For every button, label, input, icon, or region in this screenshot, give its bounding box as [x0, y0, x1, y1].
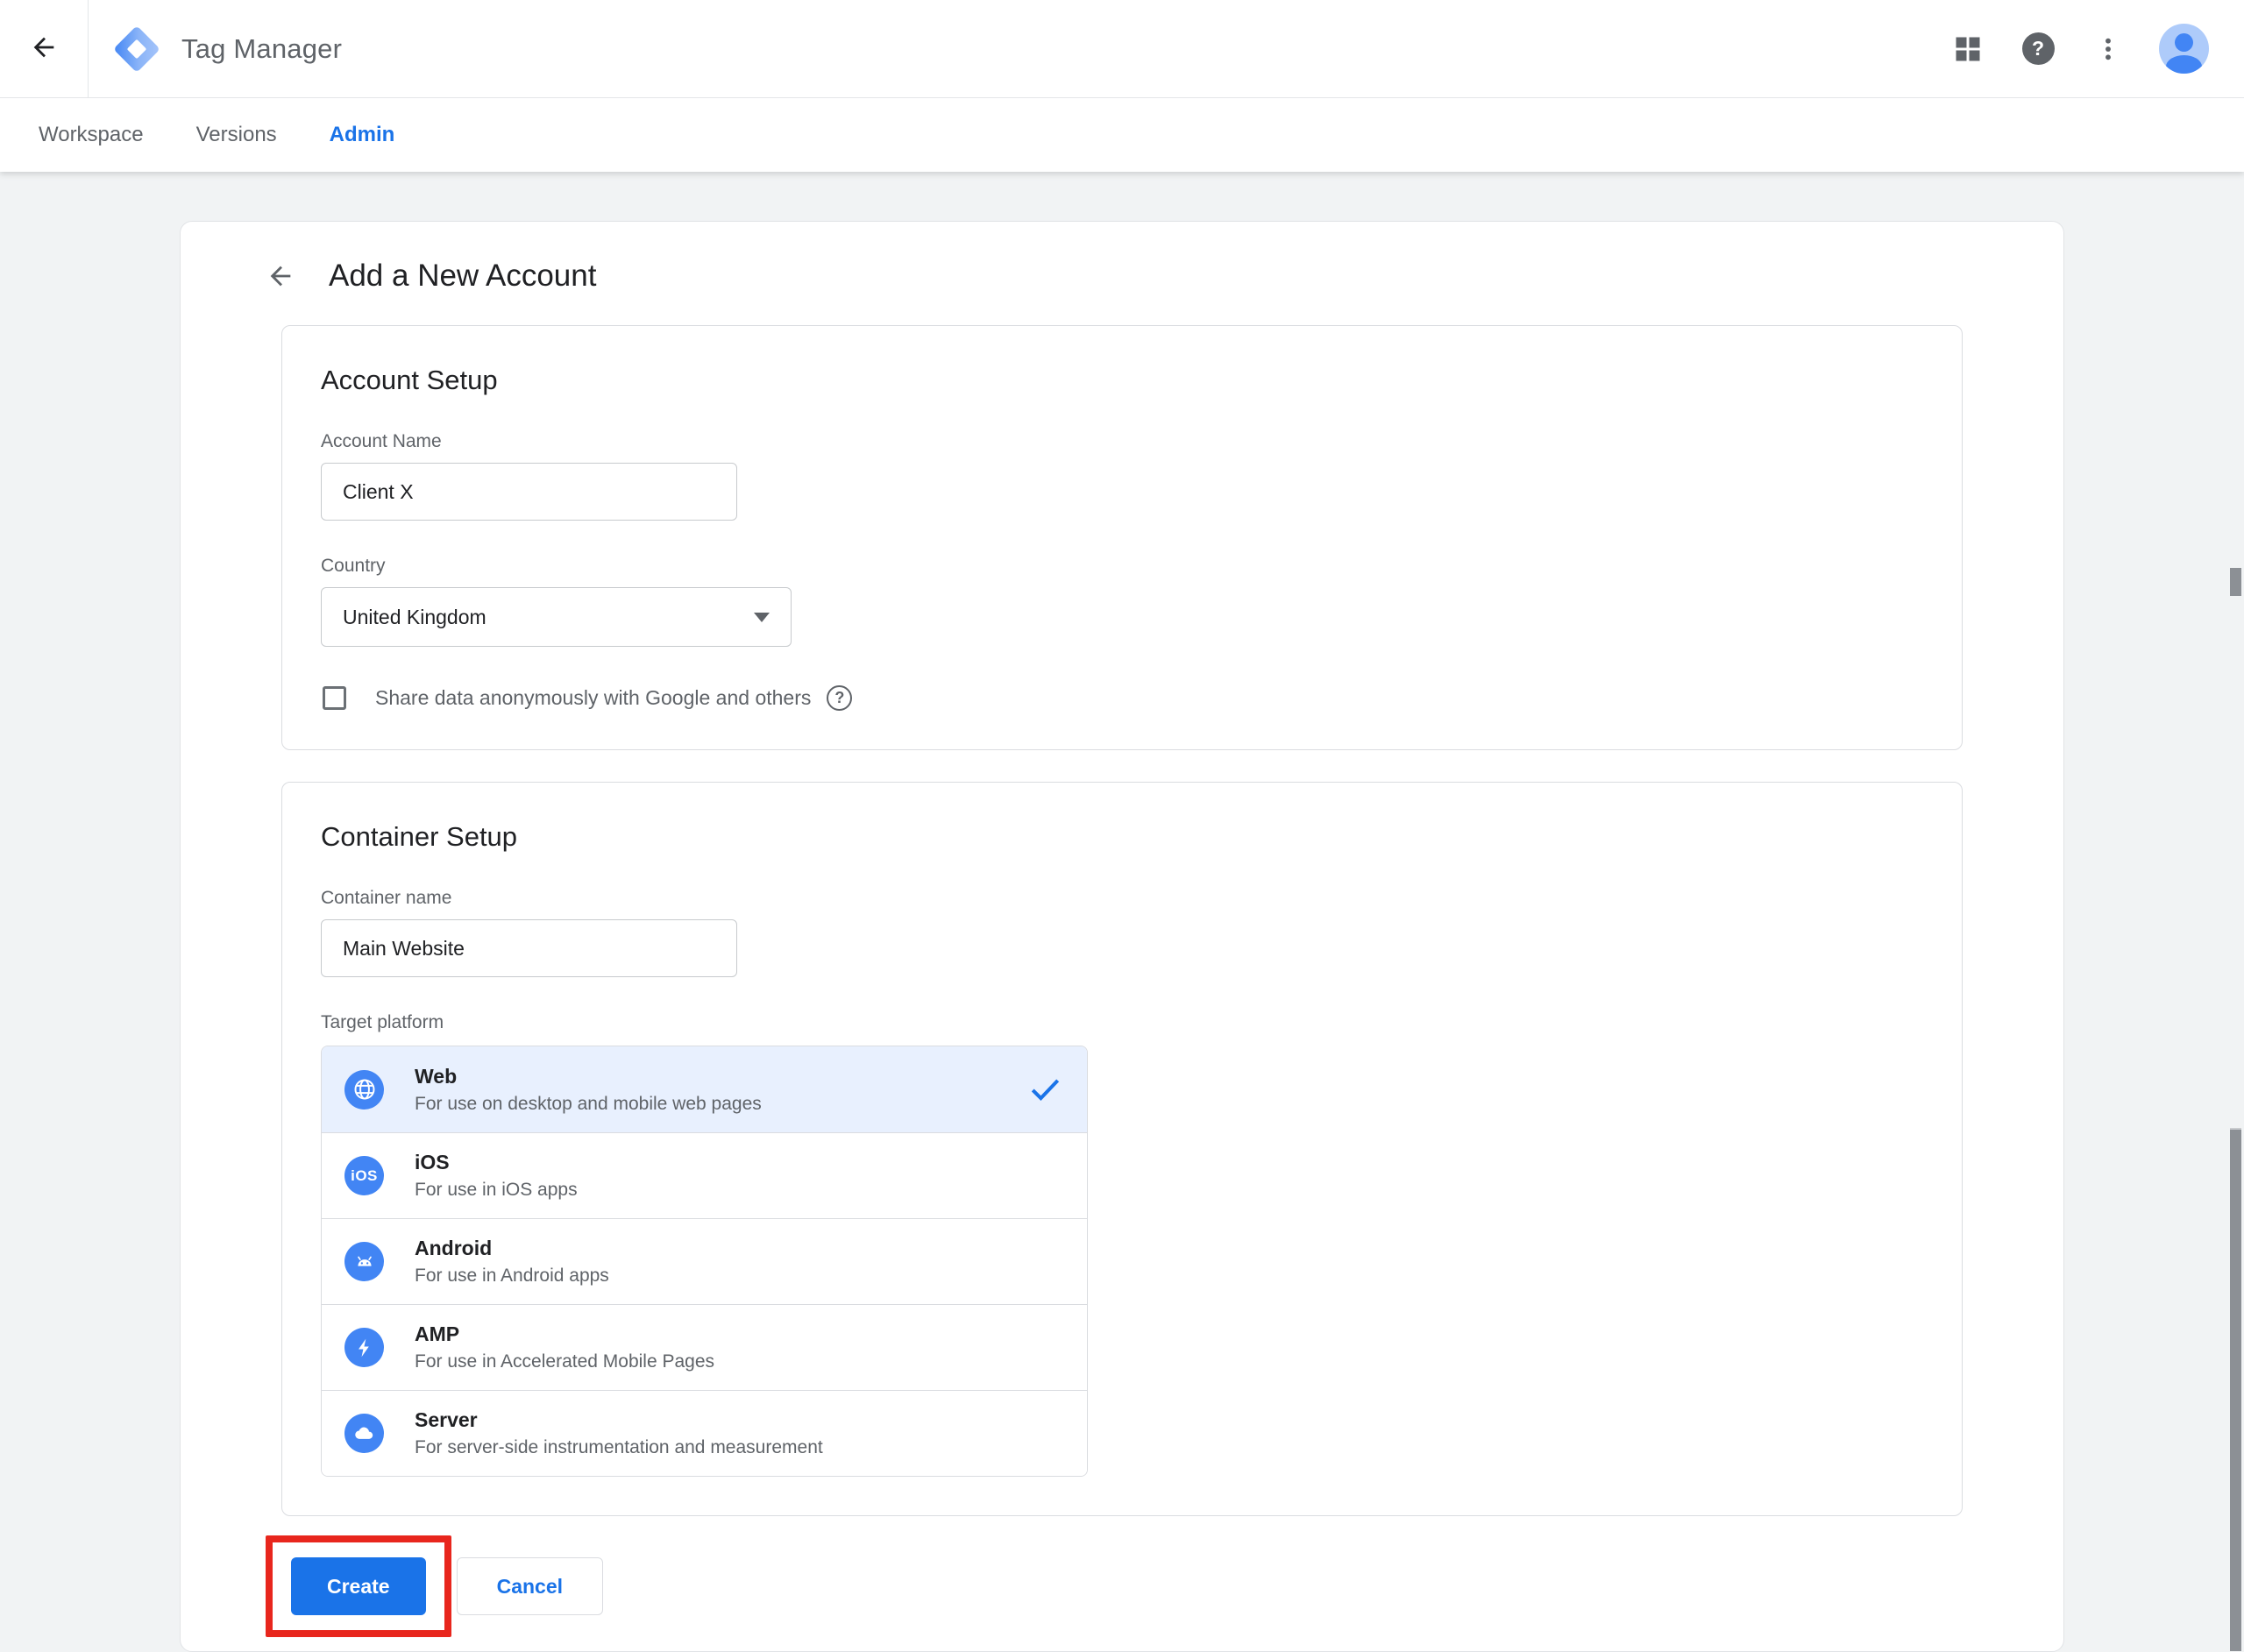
chevron-down-icon	[754, 612, 770, 622]
app-title: Tag Manager	[181, 32, 343, 64]
amp-bolt-icon	[344, 1328, 384, 1367]
platform-row-web[interactable]: Web For use on desktop and mobile web pa…	[322, 1046, 1087, 1132]
cloud-icon	[344, 1414, 384, 1453]
container-name-input[interactable]	[321, 919, 737, 977]
country-select-value: United Kingdom	[343, 605, 486, 628]
apps-grid-icon[interactable]	[1949, 30, 1987, 68]
arrow-left-icon	[29, 32, 59, 65]
create-button[interactable]: Create	[291, 1557, 426, 1615]
target-platform-list: Web For use on desktop and mobile web pa…	[321, 1046, 1088, 1477]
form-actions: Create Cancel	[266, 1535, 1963, 1637]
page-title: Add a New Account	[329, 259, 597, 293]
tab-admin[interactable]: Admin	[303, 98, 422, 172]
cancel-button[interactable]: Cancel	[456, 1557, 604, 1615]
user-avatar[interactable]	[2159, 24, 2209, 74]
country-label: Country	[321, 556, 386, 576]
country-select[interactable]: United Kingdom	[321, 587, 792, 647]
help-icon[interactable]: ?	[2019, 30, 2057, 68]
browser-back-button[interactable]	[0, 0, 88, 98]
platform-row-amp[interactable]: AMP For use in Accelerated Mobile Pages	[322, 1304, 1087, 1390]
page-back-button[interactable]	[266, 261, 295, 291]
add-account-card: Add a New Account Account Setup Account …	[180, 221, 2064, 1652]
account-setup-title: Account Setup	[321, 365, 498, 395]
globe-icon	[344, 1069, 384, 1110]
platform-row-android[interactable]: Android For use in Android apps	[322, 1218, 1087, 1304]
account-setup-panel: Account Setup Account Name Country Unite…	[281, 325, 1963, 750]
selected-check-icon	[1026, 1070, 1064, 1109]
target-platform-label: Target platform	[321, 1012, 444, 1032]
share-data-label: Share data anonymously with Google and o…	[375, 686, 812, 709]
tab-workspace[interactable]: Workspace	[12, 98, 170, 172]
header-divider	[88, 0, 89, 98]
ios-icon: iOS	[344, 1156, 384, 1195]
tag-manager-logo	[111, 24, 162, 74]
account-name-label: Account Name	[321, 431, 442, 451]
container-name-label: Container name	[321, 888, 452, 908]
container-setup-panel: Container Setup Container name Target pl…	[281, 782, 1963, 1516]
tab-versions[interactable]: Versions	[170, 98, 303, 172]
platform-row-ios[interactable]: iOS iOS For use in iOS apps	[322, 1132, 1087, 1218]
scrollbar-thumb-lower[interactable]	[2230, 1128, 2241, 1651]
scrollbar-thumb-upper[interactable]	[2230, 568, 2241, 596]
workspace-tab-bar: Workspace Versions Admin	[0, 98, 2244, 172]
main-content: Add a New Account Account Setup Account …	[0, 172, 2244, 1652]
app-header: Tag Manager ?	[0, 0, 2244, 98]
android-icon	[344, 1242, 384, 1281]
platform-row-server[interactable]: Server For server-side instrumentation a…	[322, 1390, 1087, 1476]
share-data-help-icon[interactable]: ?	[827, 685, 853, 711]
share-data-checkbox[interactable]	[323, 686, 346, 710]
container-setup-title: Container Setup	[321, 821, 518, 852]
kebab-menu-icon[interactable]	[2089, 30, 2127, 68]
account-name-input[interactable]	[321, 463, 737, 521]
red-highlight-box: Create	[266, 1535, 451, 1637]
